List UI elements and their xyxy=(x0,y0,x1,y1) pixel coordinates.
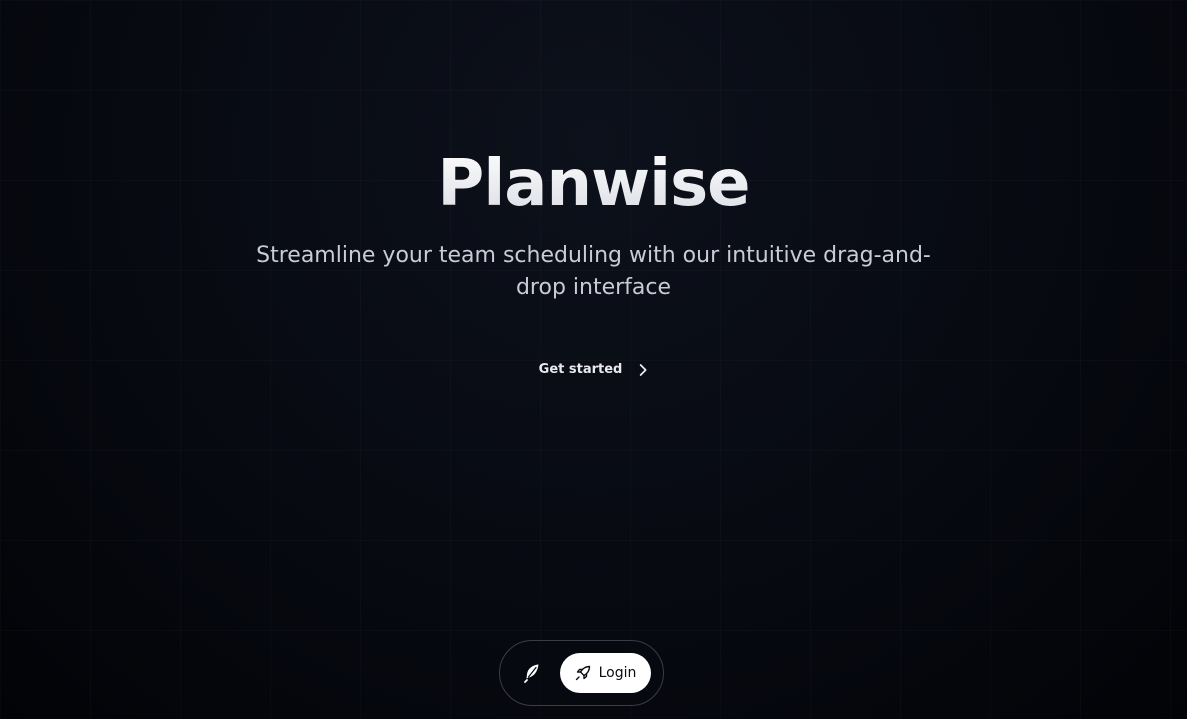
get-started-button[interactable]: Get started xyxy=(539,358,649,381)
login-label: Login xyxy=(598,665,637,681)
page-title: Planwise xyxy=(437,142,750,226)
bottom-dock: Login xyxy=(499,640,664,706)
feather-icon[interactable] xyxy=(518,659,546,687)
rocket-icon xyxy=(575,665,591,681)
hero-section: Planwise Streamline your team scheduling… xyxy=(0,142,1187,304)
get-started-label: Get started xyxy=(538,362,623,377)
login-button[interactable]: Login xyxy=(560,653,651,693)
chevron-right-icon xyxy=(638,363,648,377)
hero-subtitle: Streamline your team scheduling with our… xyxy=(256,243,931,300)
